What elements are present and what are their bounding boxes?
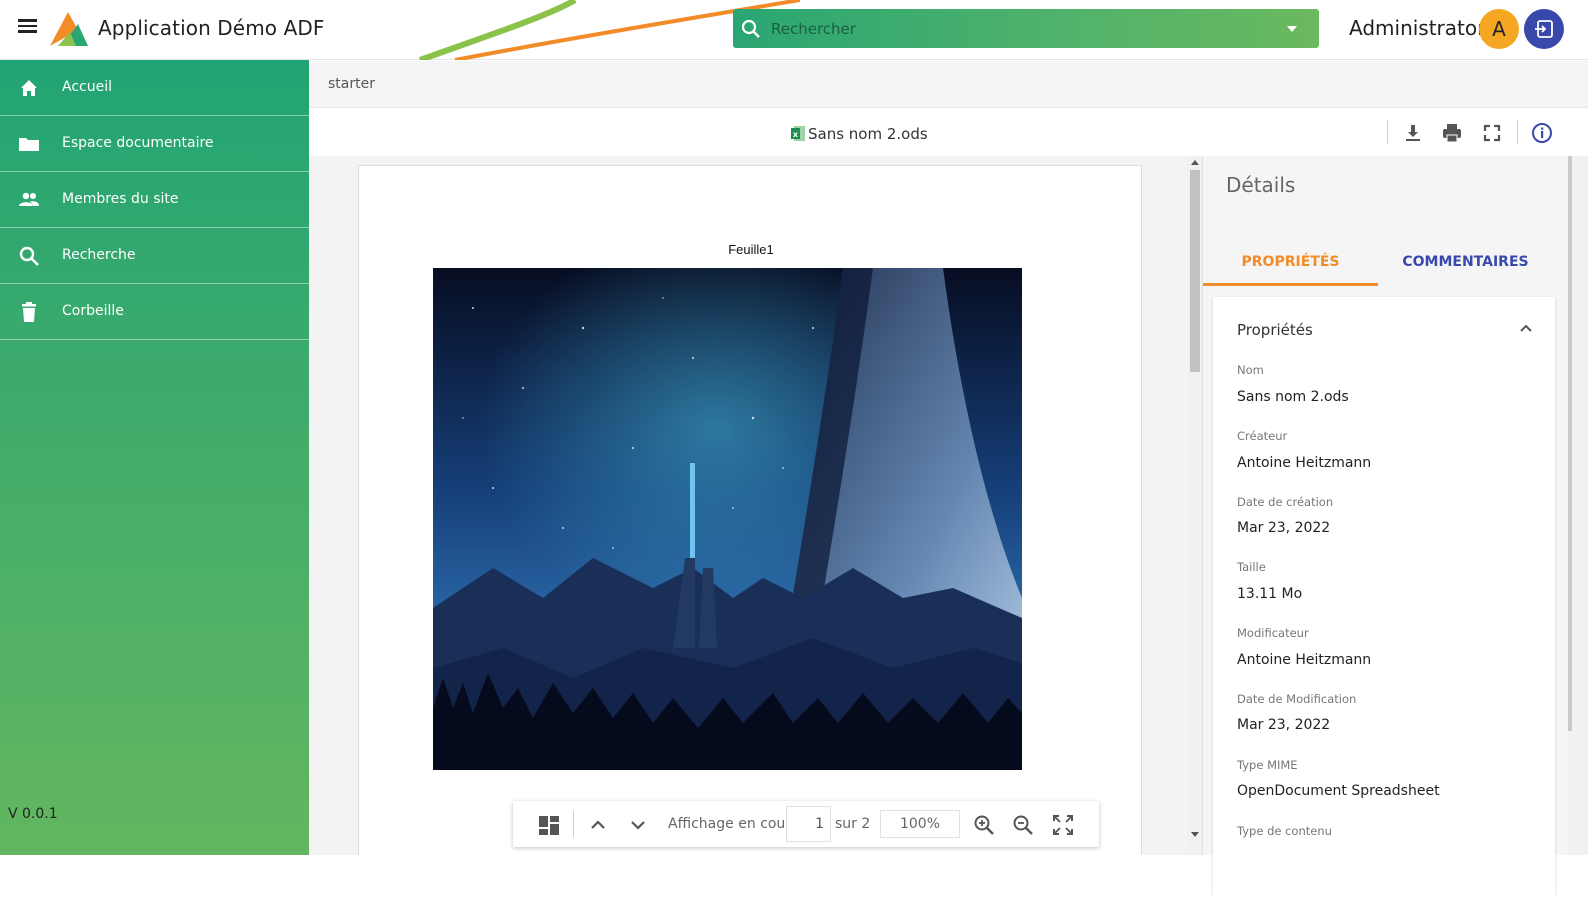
menu-toggle-button[interactable] [14, 16, 42, 44]
current-page-label: Affichage en cours [668, 816, 799, 832]
svg-text:x: x [793, 130, 799, 139]
sidebar-item-label: Recherche [62, 247, 136, 263]
property-label: Date de Modification [1237, 692, 1357, 706]
sheet-image [433, 268, 1022, 770]
fullscreen-icon[interactable] [1481, 122, 1503, 144]
property-value: Mar 23, 2022 [1237, 520, 1331, 536]
scrollbar-thumb[interactable] [1568, 156, 1572, 731]
property-value: OpenDocument Spreadsheet [1237, 783, 1440, 799]
print-icon[interactable] [1441, 122, 1463, 144]
details-panel: Détails PROPRIÉTÉS COMMENTAIRES Propriét… [1203, 156, 1568, 897]
app-title: Application Démo ADF [98, 16, 325, 40]
properties-section-title[interactable]: Propriétés [1237, 321, 1313, 339]
sidebar-item-label: Espace documentaire [62, 135, 214, 151]
property-label: Nom [1237, 363, 1264, 377]
app-logo-icon [50, 12, 88, 46]
sidebar-item-corbeille[interactable]: Corbeille [0, 284, 309, 340]
property-label: Date de création [1237, 495, 1334, 509]
user-name[interactable]: Administrator [1349, 16, 1485, 40]
property-value: Antoine Heitzmann [1237, 652, 1372, 668]
chevron-down-icon[interactable] [626, 813, 650, 837]
chevron-up-icon[interactable] [586, 813, 610, 837]
properties-card: Propriétés Nom Sans nom 2.ods Créateur A… [1213, 297, 1555, 897]
sidebar-item-label: Membres du site [62, 191, 179, 207]
property-label: Type de contenu [1237, 824, 1332, 838]
logout-icon [1535, 20, 1553, 38]
page-total-label: sur 2 [835, 816, 871, 832]
scrollbar-thumb[interactable] [1190, 170, 1200, 372]
document-viewer[interactable]: Feuille1 Affichage en cours 1 sur 2 100% [309, 156, 1187, 855]
thumbnails-icon[interactable] [537, 813, 561, 837]
property-label: Créateur [1237, 429, 1288, 443]
scroll-up-icon[interactable] [1191, 160, 1199, 165]
people-icon [19, 192, 39, 206]
trash-icon [22, 302, 36, 322]
zoom-in-icon[interactable] [972, 813, 996, 837]
sidebar-item-recherche[interactable]: Recherche [0, 228, 309, 284]
page-number-input[interactable] [786, 806, 831, 842]
property-value: Mar 23, 2022 [1237, 717, 1331, 733]
details-scrollbar[interactable] [1568, 156, 1588, 855]
property-value: 13.11 Mo [1237, 586, 1303, 602]
property-label: Modificateur [1237, 626, 1309, 640]
fit-page-icon[interactable] [1051, 813, 1075, 837]
search-icon [19, 246, 39, 266]
breadcrumb-current[interactable]: starter [328, 76, 375, 92]
sidebar-item-label: Accueil [62, 79, 112, 95]
download-icon[interactable] [1402, 122, 1424, 144]
user-avatar[interactable]: A [1479, 9, 1519, 49]
property-value: Sans nom 2.ods [1237, 389, 1349, 405]
sidebar-item-espace-documentaire[interactable]: Espace documentaire [0, 116, 309, 172]
chevron-up-icon[interactable] [1519, 321, 1533, 335]
property-value: Antoine Heitzmann [1237, 455, 1372, 471]
file-name: Sans nom 2.ods [808, 125, 928, 143]
search-input[interactable] [771, 15, 1271, 42]
toolbar-divider [1387, 120, 1388, 144]
document-page: Feuille1 Affichage en cours 1 sur 2 100% [358, 165, 1142, 855]
viewer-toolbar: x Sans nom 2.ods [309, 108, 1588, 156]
document-scrollbar[interactable] [1187, 156, 1203, 855]
search-bar[interactable] [733, 9, 1319, 48]
sidebar-item-membres[interactable]: Membres du site [0, 172, 309, 228]
zoom-level[interactable]: 100% [880, 810, 960, 838]
breadcrumb: starter [309, 61, 1588, 108]
search-dropdown-icon[interactable] [1287, 26, 1297, 32]
tab-properties[interactable]: PROPRIÉTÉS [1203, 244, 1378, 286]
folder-icon [19, 138, 39, 151]
home-icon [21, 80, 37, 96]
toolbar-divider [1517, 120, 1518, 144]
logout-button[interactable] [1524, 9, 1564, 49]
sidebar: Accueil Espace documentaire Membres du s… [0, 60, 309, 855]
toolbar-divider [573, 811, 574, 837]
zoom-out-icon[interactable] [1011, 813, 1035, 837]
sidebar-item-label: Corbeille [62, 303, 124, 319]
app-header: Application Démo ADF Administrator A [0, 0, 1588, 60]
app-version: V 0.0.1 [8, 806, 58, 822]
property-label: Taille [1237, 560, 1266, 574]
scroll-down-icon[interactable] [1191, 832, 1199, 837]
page-navigation-toolbar: Affichage en cours sur 2 100% [513, 801, 1099, 847]
property-label: Type MIME [1237, 758, 1298, 772]
spreadsheet-file-icon: x [791, 126, 805, 141]
sheet-title: Feuille1 [728, 242, 774, 257]
details-title: Détails [1226, 173, 1296, 197]
info-icon[interactable] [1531, 122, 1553, 144]
sidebar-item-accueil[interactable]: Accueil [0, 60, 309, 116]
search-icon [741, 19, 760, 38]
tab-comments[interactable]: COMMENTAIRES [1378, 244, 1553, 286]
